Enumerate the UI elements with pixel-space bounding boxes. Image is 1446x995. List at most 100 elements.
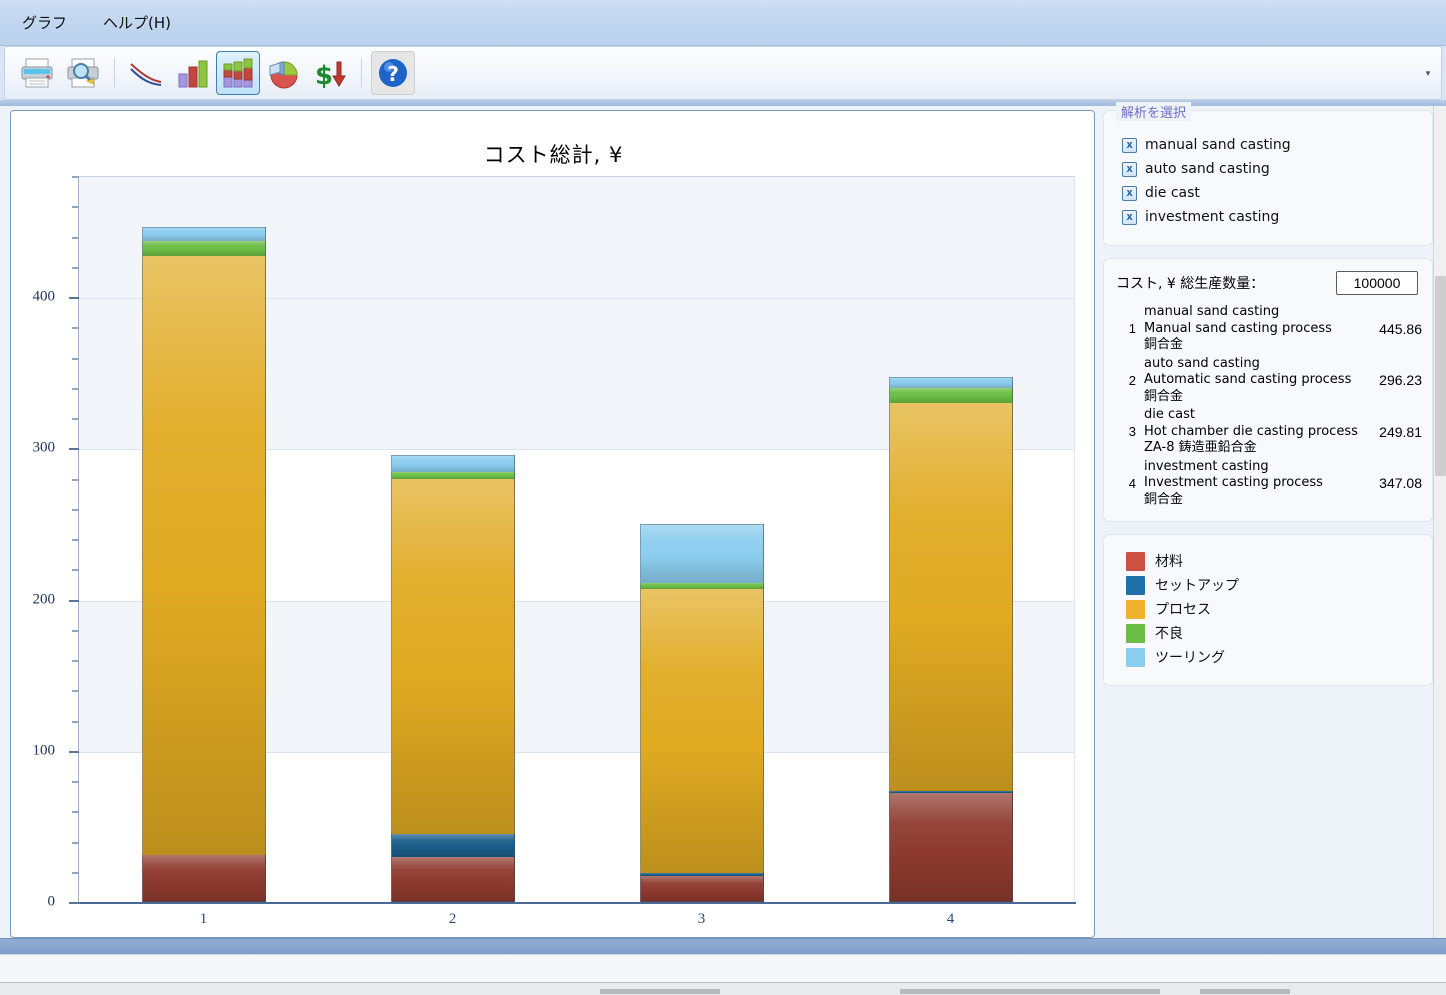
bar-segment-sheen (889, 387, 1012, 403)
analysis-item[interactable]: x investment casting (1104, 205, 1432, 229)
x-axis-tick-label: 1 (199, 911, 208, 927)
y-axis-tick-label: 100 (32, 742, 56, 759)
bar-segment-sheen (142, 256, 265, 856)
chart-title: コスト総計, ¥ (483, 143, 624, 167)
x-axis-tick-label: 4 (946, 911, 955, 927)
print-icon (21, 58, 53, 88)
bar-segment[interactable] (141, 855, 266, 902)
cost-row-material: 銅合金 (1144, 491, 1184, 507)
y-axis-tick-label: 300 (32, 439, 56, 456)
y-axis-tick-label: 0 (47, 893, 56, 910)
bar-segment-sheen (391, 833, 514, 857)
analysis-select-group: 解析を選択 x manual sand casting x auto sand cas… (1103, 102, 1433, 246)
bar-segment-sheen (391, 856, 514, 902)
bar-segment-sheen (142, 226, 265, 242)
bar-segment[interactable] (639, 876, 764, 902)
toolbar-separator-2 (361, 58, 362, 88)
cost-row-process: Manual sand casting process (1144, 320, 1332, 336)
bar-segment-sheen (889, 377, 1012, 388)
window-vertical-scrollbar[interactable] (1433, 106, 1446, 938)
bar-segment[interactable] (141, 241, 266, 257)
cost-row-details: manual sand casting Manual sand casting p… (1144, 304, 1356, 354)
cost-row[interactable]: 4 investment casting Investment casting pr… (1114, 458, 1422, 510)
bar-segment-sheen (889, 402, 1012, 791)
bar-segment[interactable] (888, 790, 1013, 794)
bar-segment[interactable] (390, 856, 515, 902)
analysis-select-title: 解析を選択 (1116, 102, 1192, 121)
bar-segment[interactable] (390, 471, 515, 480)
bar-chart-icon (178, 60, 208, 88)
cost-breakdown-button[interactable]: $ (308, 51, 352, 95)
bar-segment[interactable] (888, 402, 1013, 791)
line-chart-button[interactable] (124, 51, 168, 95)
cost-row-index: 3 (1128, 424, 1136, 440)
legend-color-swatch (1126, 575, 1145, 595)
plot-area (79, 176, 1075, 902)
cost-row-material: 銅合金 (1144, 337, 1184, 352)
bar-stack[interactable] (141, 226, 266, 902)
bar-segment[interactable] (639, 582, 764, 589)
bar-stack[interactable] (639, 523, 764, 902)
help-icon: ? (379, 59, 407, 87)
y-axis-tick-label: 400 (32, 288, 56, 305)
bar-segment-sheen (142, 855, 265, 902)
background-window-strip[interactable] (0, 982, 1446, 995)
analysis-item[interactable]: x auto sand casting (1104, 157, 1432, 181)
analysis-item-label: investment casting (1145, 209, 1280, 225)
cost-row-value: 296.23 (1379, 372, 1422, 389)
bar-stack[interactable] (888, 377, 1013, 902)
bar-segment[interactable] (888, 793, 1013, 902)
print-button[interactable] (15, 51, 59, 95)
cost-row[interactable]: 1 manual sand casting Manual sand casting … (1114, 303, 1422, 355)
pie-chart-button[interactable] (262, 51, 306, 95)
bar-segment[interactable] (390, 479, 515, 834)
legend-item-label: 不良 (1155, 626, 1183, 642)
cost-summary-header: コスト, ¥ 総生産数量： (1104, 259, 1432, 303)
bar-segment[interactable] (639, 588, 764, 874)
legend-color-swatch (1126, 551, 1145, 571)
bar-segment[interactable] (390, 833, 515, 857)
cost-row-value: 445.86 (1379, 320, 1422, 337)
menu-item-help[interactable]: ヘルプ(H) (99, 10, 175, 35)
toolbar-separator (114, 58, 115, 88)
bar-segment[interactable] (390, 455, 515, 472)
total-quantity-input[interactable] (1336, 271, 1418, 295)
analysis-checkbox[interactable]: x (1122, 185, 1137, 201)
bar-segment[interactable] (141, 226, 266, 242)
legend-item: プロセス (1104, 597, 1432, 621)
analysis-checkbox[interactable]: x (1122, 137, 1137, 153)
cost-row-details: die cast Hot chamber die casting process Z… (1144, 407, 1358, 457)
help-button[interactable]: ? (371, 51, 415, 95)
analysis-item[interactable]: x die cast (1104, 181, 1432, 205)
scrollbar-thumb[interactable] (1435, 276, 1446, 476)
stacked-bar-chart-icon (223, 58, 253, 88)
bar-segment-sheen (391, 455, 514, 472)
bar-segment-sheen (889, 790, 1012, 794)
analysis-item[interactable]: x manual sand casting (1104, 133, 1432, 157)
menu-bar: グラフ ヘルプ(H) (0, 0, 1446, 46)
bar-segment[interactable] (888, 377, 1013, 388)
right-sidebar: 解析を選択 x manual sand casting x auto sand cas… (1103, 102, 1433, 698)
cost-row[interactable]: 2 auto sand casting Automatic sand casting… (1114, 355, 1422, 407)
analysis-item-label: die cast (1145, 185, 1200, 201)
legend-item-label: ツーリング (1155, 650, 1225, 666)
analysis-checkbox[interactable]: x (1122, 161, 1137, 177)
content-area: コスト総計, ¥ 0 100 200 300 400 1234 解析を選択 x manua… (0, 102, 1446, 938)
bar-segment[interactable] (888, 387, 1013, 403)
bar-segment[interactable] (639, 523, 764, 583)
legend-item-label: プロセス (1155, 602, 1211, 618)
cost-row[interactable]: 3 die cast Hot chamber die casting process… (1114, 406, 1422, 458)
bar-segment[interactable] (141, 256, 266, 856)
graph-window: グラフ ヘルプ(H) $ ? ▾ コスト総計, ¥ 0 100 200 300 … (0, 0, 1446, 995)
analysis-item-label: auto sand casting (1145, 161, 1270, 177)
pie-chart-icon (269, 61, 298, 89)
legend-item: セットアップ (1104, 573, 1432, 597)
bar-segment[interactable] (639, 873, 764, 877)
toolbar-overflow-chevron-down-icon[interactable]: ▾ (1421, 66, 1435, 80)
bar-stack[interactable] (390, 455, 515, 902)
stacked-bar-chart-button[interactable] (216, 51, 260, 95)
print-preview-button[interactable] (61, 51, 105, 95)
menu-item-graph[interactable]: グラフ (18, 10, 71, 35)
bar-chart-button[interactable] (170, 51, 214, 95)
analysis-checkbox[interactable]: x (1122, 209, 1137, 225)
